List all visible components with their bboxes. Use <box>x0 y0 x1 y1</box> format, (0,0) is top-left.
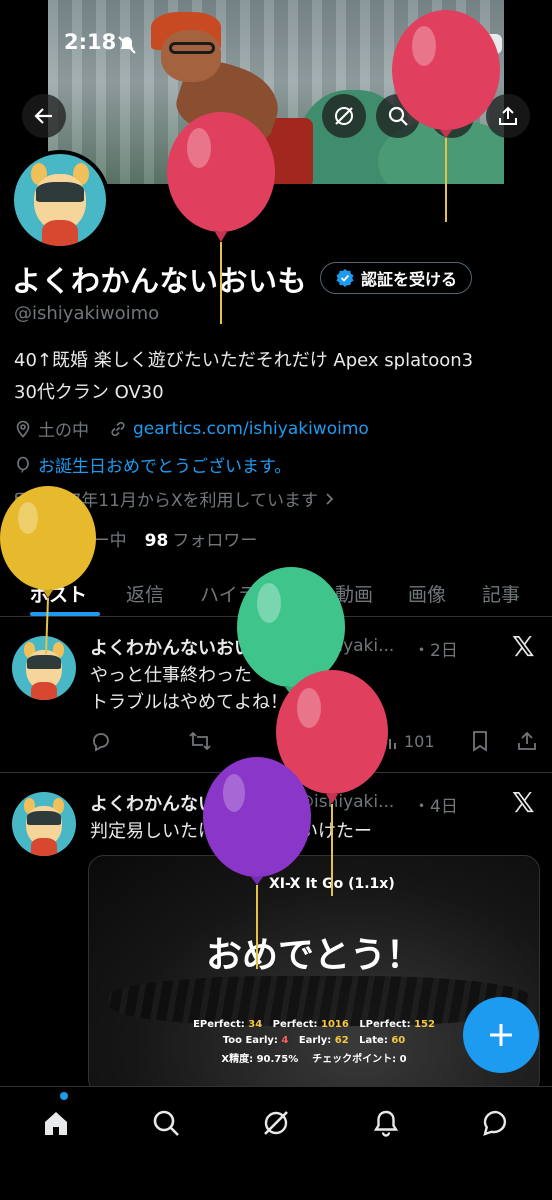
repost-button[interactable] <box>188 730 212 752</box>
share-icon <box>518 731 536 750</box>
bottom-navigation <box>0 1086 552 1200</box>
tab-images[interactable]: 画像 <box>408 574 446 613</box>
share-post-button[interactable] <box>516 730 538 752</box>
profile-website-link[interactable]: geartics.com/ishiyakiwoimo <box>133 419 369 439</box>
post-avatar[interactable] <box>12 792 76 856</box>
balloon-icon <box>17 456 29 473</box>
grok-icon <box>264 1111 288 1135</box>
followers-link[interactable]: 98 フォロワー <box>145 526 258 551</box>
yellow-balloon <box>0 486 96 655</box>
bookmark-button[interactable] <box>470 730 490 752</box>
home-notification-dot <box>60 1092 68 1100</box>
purple-balloon <box>203 757 311 969</box>
profile-location: 土の中 <box>38 421 89 441</box>
chevron-right-icon <box>326 492 334 505</box>
location-pin-icon <box>16 420 30 438</box>
profile-bio: 40↑既婚 楽しく遊びたいただそれだけ Apex splatoon3 30代クラ… <box>14 345 544 409</box>
arrow-left-icon <box>34 108 52 124</box>
view-count: 101 <box>404 731 435 751</box>
nav-messages[interactable] <box>476 1103 516 1143</box>
profile-handle: @ishiyakiwoimo <box>14 303 160 324</box>
plus-icon <box>490 1024 512 1046</box>
red-balloon <box>167 112 275 324</box>
verified-badge-icon <box>336 269 354 287</box>
link-icon <box>111 421 125 436</box>
nav-home[interactable] <box>36 1103 76 1143</box>
get-verified-label: 認証を受ける <box>361 270 458 289</box>
media-headline: おめでとう！ <box>205 935 422 976</box>
status-time: 2:18 <box>64 30 117 54</box>
post-time: ・2日 <box>413 641 458 661</box>
profile-birthday-row: お誕生日おめでとうございます。 <box>14 452 291 477</box>
bookmark-icon <box>473 731 487 752</box>
nav-grok[interactable] <box>256 1103 296 1143</box>
red-balloon <box>392 10 500 222</box>
reply-button[interactable] <box>90 730 112 752</box>
back-button[interactable] <box>22 94 66 138</box>
x-logo-icon[interactable]: 𝕏 <box>512 630 535 663</box>
bio-line: 30代クラン OV30 <box>14 382 164 403</box>
profile-avatar[interactable] <box>10 150 110 250</box>
get-verified-button[interactable]: 認証を受ける <box>320 262 473 294</box>
repost-icon <box>189 731 211 751</box>
tab-replies[interactable]: 返信 <box>126 574 164 613</box>
profile-birthday: お誕生日おめでとうございます。 <box>38 457 292 477</box>
grok-button[interactable] <box>322 94 366 138</box>
home-icon <box>45 1112 67 1135</box>
profile-meta-row: 土の中 geartics.com/ishiyakiwoimo <box>14 416 369 441</box>
tab-articles[interactable]: 記事 <box>482 574 520 613</box>
compose-button[interactable] <box>463 997 539 1073</box>
bell-icon <box>373 1110 399 1137</box>
nav-notifications[interactable] <box>366 1103 406 1143</box>
post-time: ・4日 <box>413 797 458 817</box>
grok-icon <box>335 107 353 125</box>
bell-muted-icon <box>118 36 136 54</box>
bio-line: 40↑既婚 楽しく遊びたいただそれだけ Apex splatoon3 <box>14 350 474 371</box>
x-logo-icon[interactable]: 𝕏 <box>512 786 535 819</box>
search-icon <box>153 1110 179 1136</box>
reply-icon <box>93 733 109 752</box>
nav-search[interactable] <box>146 1103 186 1143</box>
chat-icon <box>483 1110 507 1136</box>
